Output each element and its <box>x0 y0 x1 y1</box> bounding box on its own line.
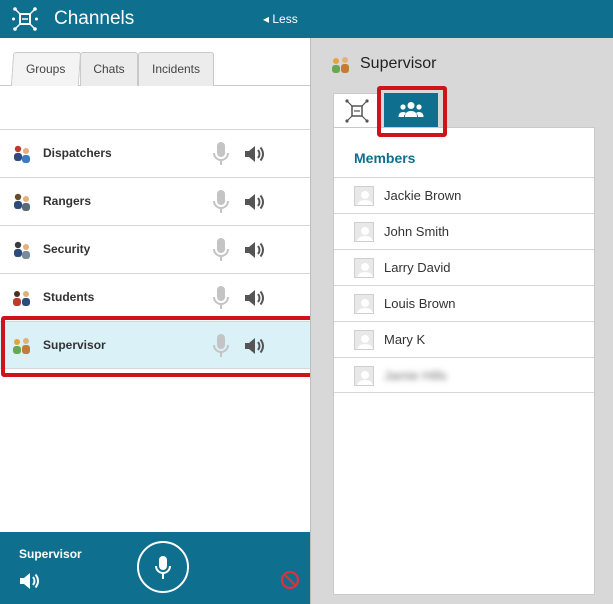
list-item[interactable]: John Smith <box>334 213 594 249</box>
speaker-icon[interactable] <box>243 191 265 213</box>
avatar <box>354 330 374 350</box>
member-name: John Smith <box>384 224 450 239</box>
channel-detail-title: Supervisor <box>360 55 437 72</box>
ptt-control-bar: Supervisor <box>0 532 310 604</box>
speaker-icon[interactable] <box>243 335 265 357</box>
microphone-icon <box>155 556 171 579</box>
avatar <box>354 258 374 278</box>
microphone-icon[interactable] <box>211 141 231 167</box>
member-name: Mary K <box>384 332 426 347</box>
member-name: Jackie Brown <box>384 188 462 203</box>
app-header: Channels ◂ Less <box>0 0 613 38</box>
channel-tabs: Groups Chats Incidents <box>0 52 310 86</box>
speaker-icon[interactable] <box>243 143 265 165</box>
members-heading: Members <box>354 150 416 166</box>
channels-panel: Groups Chats Incidents Dispatchers Range… <box>0 38 320 604</box>
speaker-icon[interactable] <box>243 287 265 309</box>
tab-incidents[interactable]: Incidents <box>138 52 214 86</box>
list-item[interactable]: Mary K <box>334 321 594 357</box>
avatar <box>354 294 374 314</box>
microphone-icon[interactable] <box>211 237 231 263</box>
members-group-icon <box>398 102 424 117</box>
tab-channel-info[interactable] <box>333 93 379 127</box>
channel-label: Dispatchers <box>43 146 112 160</box>
channel-detail-panel: Supervisor Members Jackie Brown John Smi… <box>310 38 613 604</box>
member-name: Larry David <box>384 260 451 275</box>
channel-row-dispatchers[interactable]: Dispatchers <box>0 129 310 177</box>
speaker-icon[interactable] <box>243 239 265 261</box>
active-channel-label: Supervisor <box>19 547 82 561</box>
group-users-icon <box>14 241 30 259</box>
collapse-less-button[interactable]: ◂ Less <box>263 12 298 26</box>
channel-row-security[interactable]: Security <box>0 225 310 273</box>
channel-list: Dispatchers Rangers Security Students Su… <box>0 129 310 369</box>
microphone-icon[interactable] <box>211 333 231 359</box>
members-list: Jackie Brown John Smith Larry David Loui… <box>334 177 594 393</box>
push-to-talk-button[interactable] <box>137 541 189 593</box>
tab-groups[interactable]: Groups <box>10 52 82 86</box>
avatar <box>354 186 374 206</box>
microphone-icon[interactable] <box>211 189 231 215</box>
channel-network-icon <box>12 7 38 31</box>
channel-label: Security <box>43 242 91 256</box>
channel-label: Supervisor <box>43 338 106 352</box>
avatar <box>354 222 374 242</box>
channel-row-students[interactable]: Students <box>0 273 310 321</box>
group-users-icon <box>13 291 30 306</box>
group-users-icon <box>14 145 30 163</box>
channel-network-icon <box>345 99 369 123</box>
block-icon[interactable] <box>280 570 300 590</box>
member-name: Jamie Hills <box>384 368 447 383</box>
list-item[interactable]: Louis Brown <box>334 285 594 321</box>
members-panel: Members Jackie Brown John Smith Larry Da… <box>333 127 595 595</box>
channel-label: Rangers <box>43 194 92 208</box>
channel-label: Students <box>43 290 95 304</box>
list-item[interactable]: Larry David <box>334 249 594 285</box>
avatar <box>354 366 374 386</box>
channel-row-supervisor[interactable]: Supervisor <box>0 321 310 369</box>
group-users-icon <box>13 338 30 354</box>
group-users-icon <box>14 193 30 211</box>
tab-chats[interactable]: Chats <box>80 52 138 86</box>
group-users-icon <box>332 57 349 73</box>
speaker-icon[interactable] <box>18 570 40 592</box>
page-title: Channels <box>54 8 135 29</box>
tab-members[interactable] <box>384 93 438 127</box>
member-name: Louis Brown <box>384 296 456 311</box>
microphone-icon[interactable] <box>211 285 231 311</box>
list-item[interactable]: Jackie Brown <box>334 177 594 213</box>
list-item[interactable]: Jamie Hills <box>334 357 594 393</box>
channel-row-rangers[interactable]: Rangers <box>0 177 310 225</box>
